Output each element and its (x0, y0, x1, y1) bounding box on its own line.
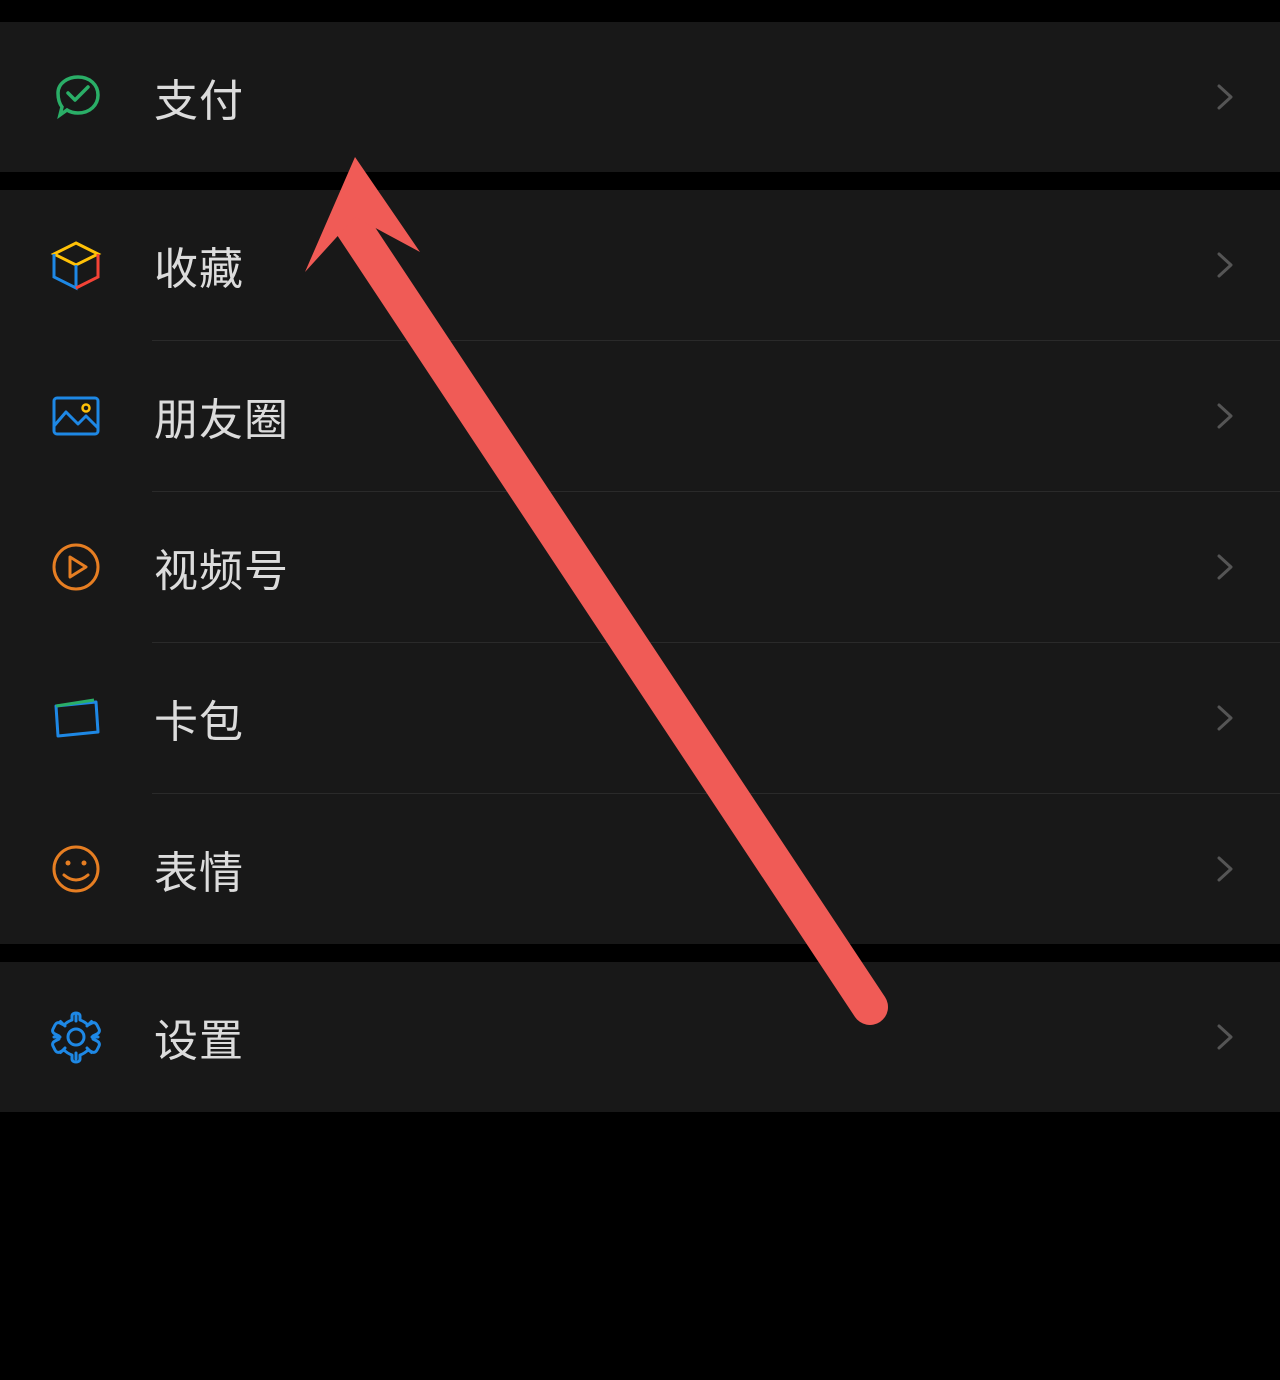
menu-item-label: 视频号 (154, 535, 1210, 599)
chevron-right-icon (1210, 401, 1240, 431)
menu-item-label: 卡包 (154, 686, 1210, 750)
wechat-pay-icon (48, 69, 104, 125)
menu-group-main: 收藏 朋友圈 (0, 190, 1280, 944)
gear-icon (48, 1009, 104, 1065)
menu-item-label: 支付 (154, 65, 1210, 129)
chevron-right-icon (1210, 552, 1240, 582)
menu-item-channels[interactable]: 视频号 (0, 492, 1280, 642)
play-icon (48, 539, 104, 595)
menu-item-label: 表情 (154, 837, 1210, 901)
settings-list: 支付 收藏 (0, 22, 1280, 1112)
wallet-icon (48, 690, 104, 746)
chevron-right-icon (1210, 703, 1240, 733)
menu-item-label: 收藏 (154, 233, 1210, 297)
menu-item-label: 朋友圈 (154, 384, 1210, 448)
chevron-right-icon (1210, 250, 1240, 280)
menu-item-moments[interactable]: 朋友圈 (0, 341, 1280, 491)
cube-icon (48, 237, 104, 293)
chevron-right-icon (1210, 854, 1240, 884)
chevron-right-icon (1210, 82, 1240, 112)
menu-item-pay[interactable]: 支付 (0, 22, 1280, 172)
menu-item-settings[interactable]: 设置 (0, 962, 1280, 1112)
photo-icon (48, 388, 104, 444)
menu-item-cards[interactable]: 卡包 (0, 643, 1280, 793)
menu-item-favorites[interactable]: 收藏 (0, 190, 1280, 340)
menu-item-label: 设置 (154, 1005, 1210, 1069)
menu-item-stickers[interactable]: 表情 (0, 794, 1280, 944)
menu-group-pay: 支付 (0, 22, 1280, 172)
menu-group-settings: 设置 (0, 962, 1280, 1112)
chevron-right-icon (1210, 1022, 1240, 1052)
smiley-icon (48, 841, 104, 897)
